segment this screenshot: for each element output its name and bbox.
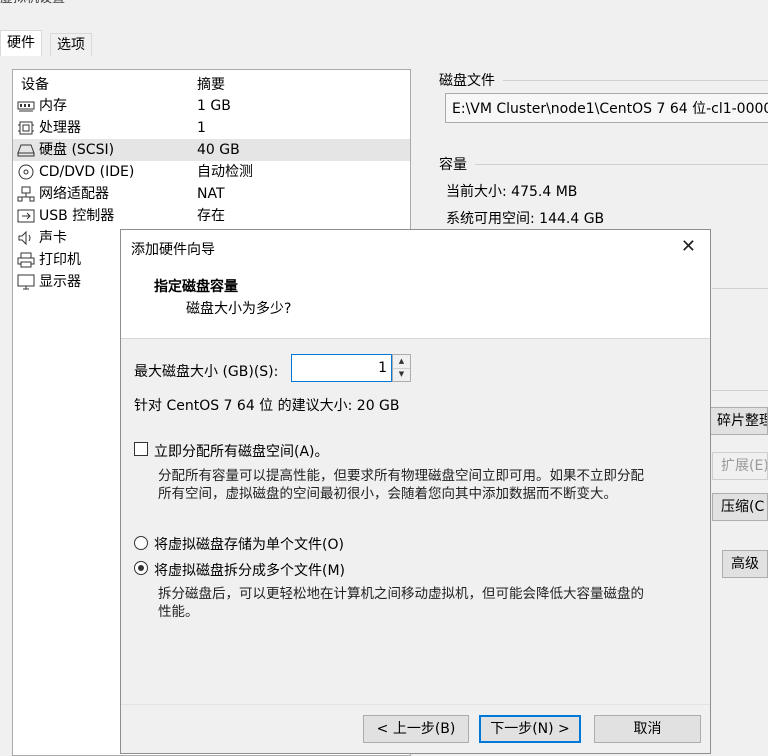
max-disk-size-input[interactable]: 1	[291, 354, 392, 382]
device-summary: 40 GB	[197, 142, 240, 158]
summary-column-header[interactable]: 摘要	[197, 74, 225, 94]
device-name: CD/DVD (IDE)	[39, 164, 135, 180]
allocate-all-checkbox[interactable]	[134, 442, 148, 456]
close-icon[interactable]: ✕	[681, 237, 696, 257]
device-row-memory[interactable]: 内存 1 GB	[13, 95, 410, 117]
max-disk-size-stepper: ▲ ▼	[392, 354, 411, 382]
stepper-down-icon[interactable]: ▼	[393, 368, 410, 381]
dialog-title: 添加硬件向导	[131, 242, 215, 258]
group-divider	[712, 390, 768, 391]
split-description-line2: 性能。	[158, 604, 199, 620]
capacity-group-label: 容量	[439, 157, 467, 173]
device-row-cddvd[interactable]: CD/DVD (IDE) 自动检测	[13, 161, 410, 183]
allocate-description-line2: 所有空间，虚拟磁盘的空间最初很小，会随着您向其中添加数据而不断变大。	[158, 486, 617, 502]
speaker-icon	[18, 230, 31, 246]
recommended-size-text: 针对 CentOS 7 64 位 的建议大小: 20 GB	[134, 398, 400, 414]
add-hardware-wizard-dialog: 添加硬件向导 ✕ 指定磁盘容量 磁盘大小为多少? 最大磁盘大小 (GB)(S):…	[120, 229, 711, 754]
device-name: 硬盘 (SCSI)	[39, 142, 115, 158]
printer-icon	[17, 252, 35, 268]
device-column-header[interactable]: 设备	[21, 74, 49, 94]
split-files-label[interactable]: 将虚拟磁盘拆分成多个文件(M)	[154, 560, 345, 580]
group-divider	[712, 288, 768, 289]
compact-button[interactable]: 压缩(C	[712, 493, 768, 521]
available-space-text: 系统可用空间: 144.4 GB	[446, 211, 605, 227]
allocate-all-label[interactable]: 立即分配所有磁盘空间(A)。	[154, 441, 329, 461]
back-button[interactable]: < 上一步(B)	[363, 715, 469, 743]
cd-icon	[18, 164, 34, 180]
device-name: 处理器	[39, 120, 81, 136]
group-divider	[503, 80, 768, 81]
device-name: 内存	[39, 98, 67, 114]
device-summary: 1 GB	[197, 98, 231, 114]
device-row-usb[interactable]: USB 控制器 存在	[13, 205, 410, 227]
cancel-button[interactable]: 取消	[594, 715, 701, 743]
device-name: 打印机	[39, 252, 81, 268]
disk-file-path-field[interactable]: E:\VM Cluster\node1\CentOS 7 64 位-cl1-00…	[445, 93, 768, 123]
defragment-button[interactable]: 碎片整理	[708, 407, 768, 435]
cpu-icon	[18, 121, 34, 135]
split-files-radio[interactable]	[134, 561, 148, 575]
current-size-text: 当前大小: 475.4 MB	[446, 184, 578, 200]
device-name: USB 控制器	[39, 208, 115, 224]
tab-hardware[interactable]: 硬件	[0, 30, 42, 58]
group-divider	[475, 164, 768, 165]
dialog-heading: 指定磁盘容量	[154, 279, 238, 295]
device-row-harddisk[interactable]: 硬盘 (SCSI) 40 GB	[13, 139, 410, 161]
device-summary: 自动检测	[197, 164, 253, 180]
stepper-up-icon[interactable]: ▲	[393, 355, 410, 369]
device-row-cpu[interactable]: 处理器 1	[13, 117, 410, 139]
dialog-subheading: 磁盘大小为多少?	[186, 301, 292, 317]
device-name: 声卡	[39, 230, 67, 246]
window-title: 虚拟机设置	[0, 0, 65, 18]
device-name: 显示器	[39, 274, 81, 290]
device-summary: NAT	[197, 186, 225, 202]
single-file-label[interactable]: 将虚拟磁盘存储为单个文件(O)	[154, 534, 344, 554]
footer-divider	[121, 704, 710, 705]
tab-strip: 硬件 选项	[0, 30, 768, 58]
device-name: 网络适配器	[39, 186, 109, 202]
advanced-button[interactable]: 高级	[722, 550, 768, 578]
max-disk-size-label: 最大磁盘大小 (GB)(S):	[134, 364, 279, 380]
harddisk-icon	[17, 144, 35, 157]
tab-options[interactable]: 选项	[50, 33, 92, 56]
device-summary: 1	[197, 120, 206, 136]
monitor-icon	[17, 274, 35, 290]
expand-button[interactable]: 扩展(E)	[712, 452, 768, 480]
single-file-radio[interactable]	[134, 536, 148, 550]
disk-file-group-label: 磁盘文件	[439, 73, 495, 89]
split-description-line1: 拆分磁盘后，可以更轻松地在计算机之间移动虚拟机，但可能会降低大容量磁盘的	[158, 586, 644, 602]
network-icon	[17, 186, 35, 202]
allocate-description-line1: 分配所有容量可以提高性能，但要求所有物理磁盘空间立即可用。如果不立即分配	[158, 468, 644, 484]
next-button[interactable]: 下一步(N) >	[479, 715, 581, 743]
device-summary: 存在	[197, 208, 225, 224]
memory-icon	[17, 101, 35, 112]
device-row-network[interactable]: 网络适配器 NAT	[13, 183, 410, 205]
usb-icon	[17, 209, 35, 223]
dialog-header: 添加硬件向导 ✕ 指定磁盘容量 磁盘大小为多少?	[121, 230, 710, 339]
